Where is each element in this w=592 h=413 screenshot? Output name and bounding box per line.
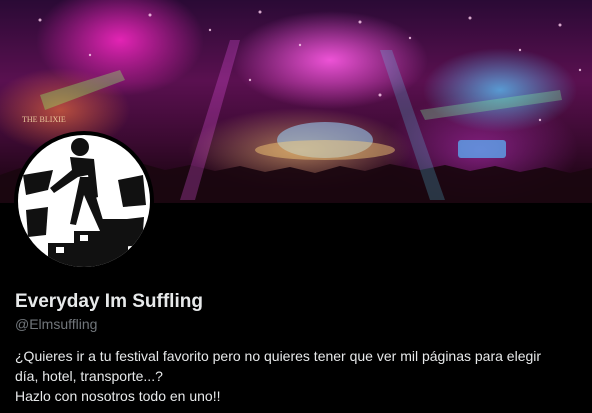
bio-line: Hazlo con nosotros todo en uno!! [15, 388, 221, 404]
bio: ¿Quieres ir a tu festival favorito pero … [15, 346, 587, 406]
avatar-image [18, 135, 150, 267]
display-name: Everyday Im Suffling [15, 291, 203, 312]
handle: @Elmsuffling [15, 316, 98, 332]
avatar[interactable] [14, 131, 154, 271]
bio-line: ¿Quieres ir a tu festival favorito pero … [15, 348, 542, 364]
bio-line: día, hotel, transporte...? [15, 368, 163, 384]
person-walking-icon [23, 138, 146, 267]
banner-sign-text: THE BLIXIE [22, 115, 66, 124]
